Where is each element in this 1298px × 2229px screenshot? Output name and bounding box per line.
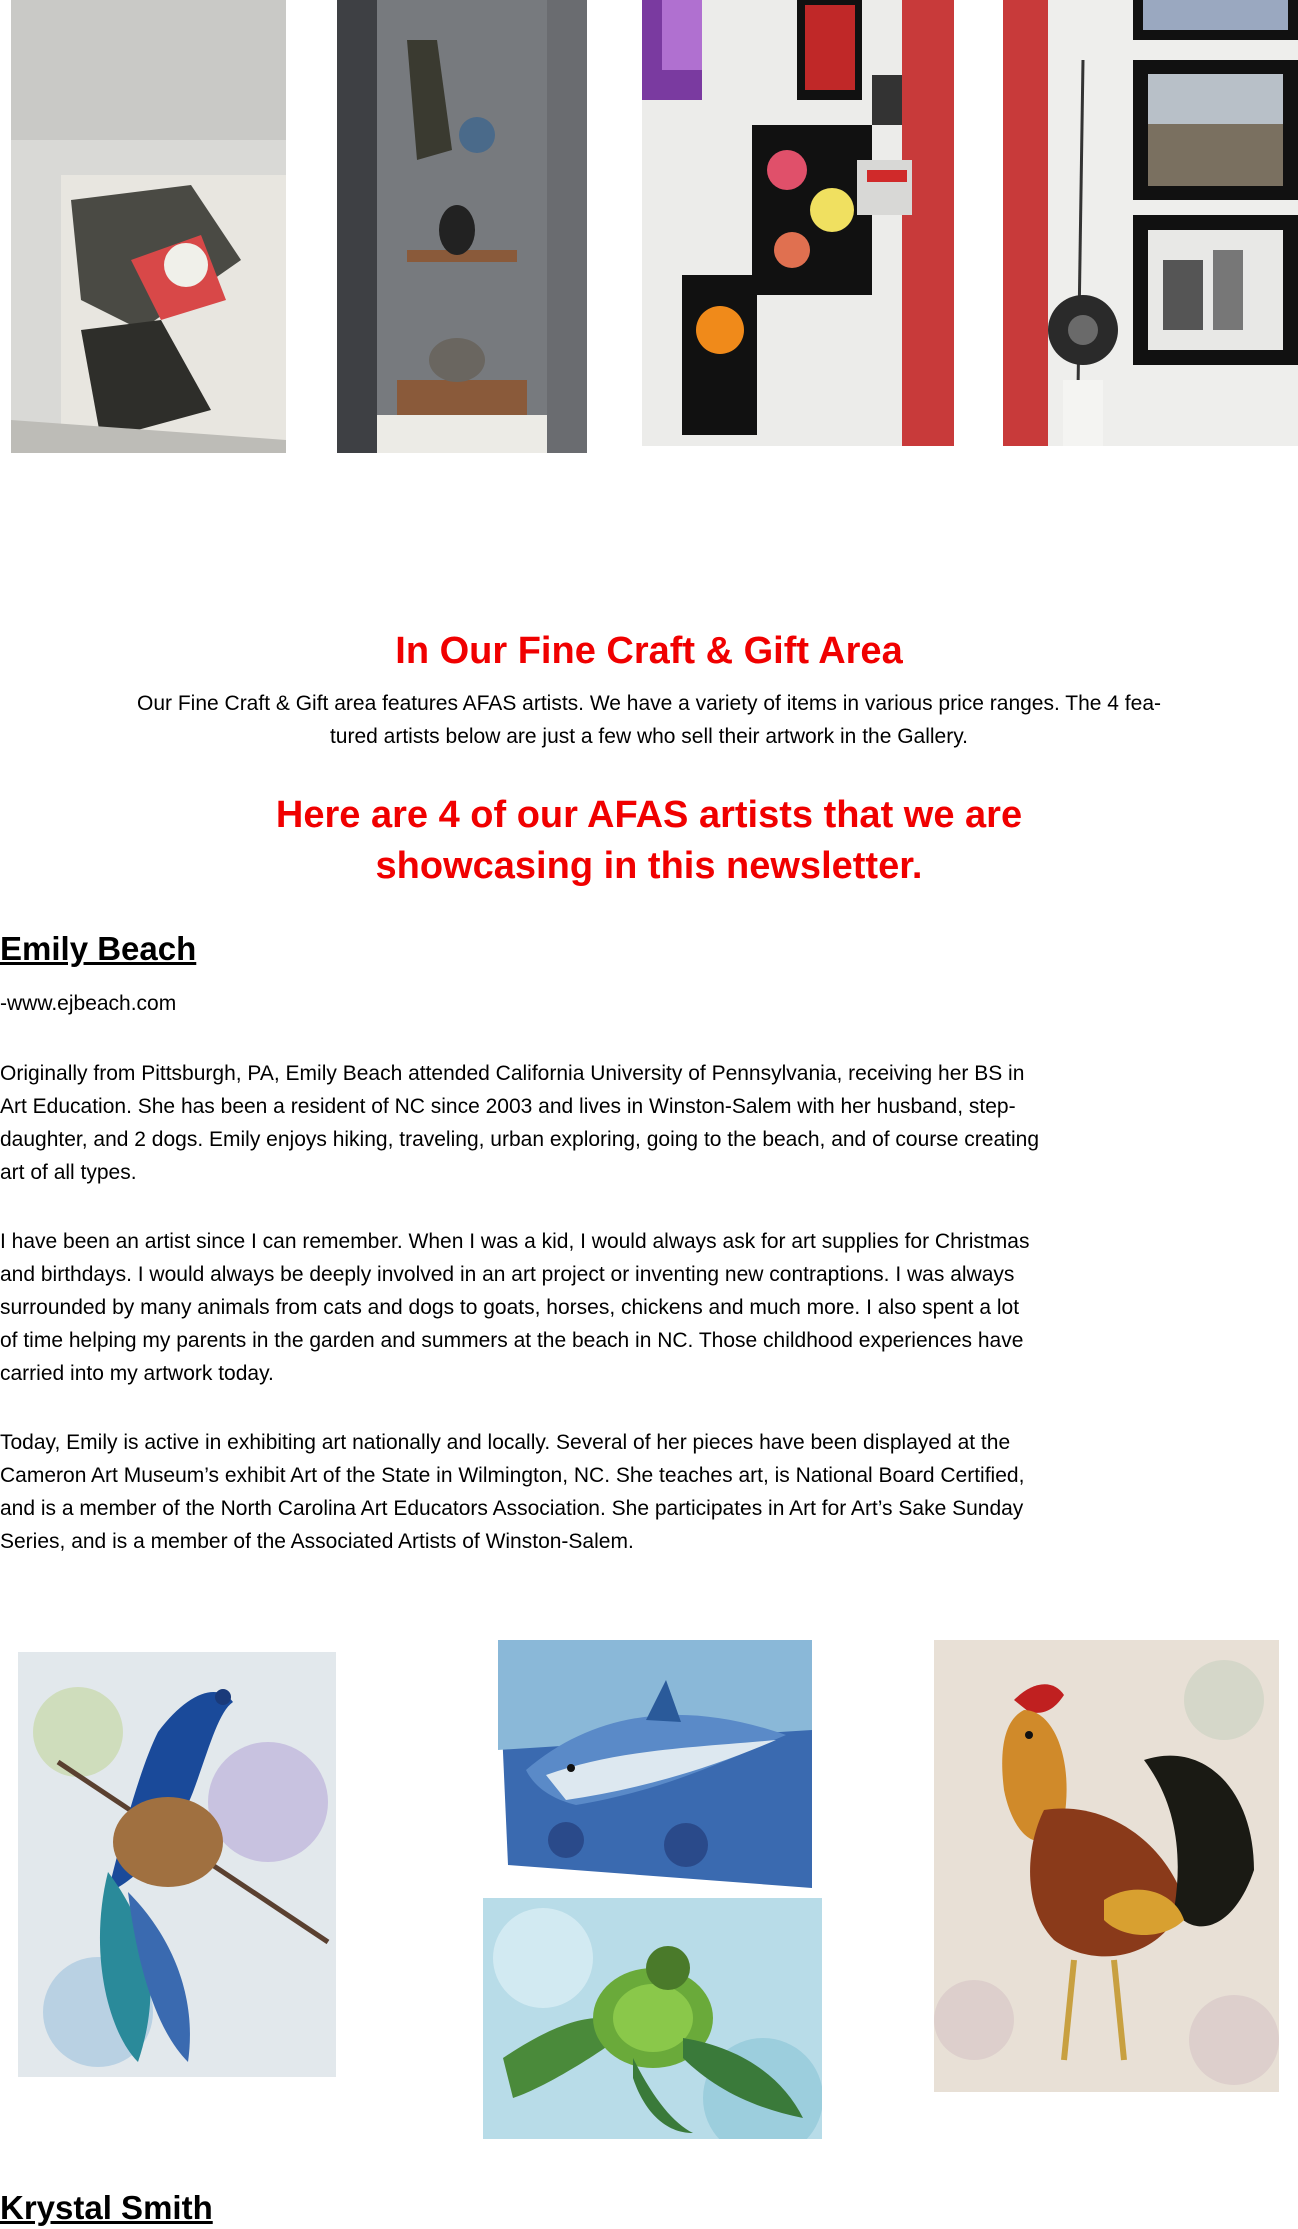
bio-line: carried into my artwork today. — [0, 1362, 274, 1385]
artist-name-krystal-smith: Krystal Smith — [0, 2189, 213, 2226]
bio-line: Cameron Art Museum’s exhibit Art of the … — [0, 1464, 1025, 1487]
bio-line: Art Education. She has been a resident o… — [0, 1095, 1016, 1118]
artwork-rooster — [934, 1640, 1279, 2092]
bio-line: of time helping my parents in the garden… — [0, 1329, 1024, 1352]
showcase-line: Here are 4 of our AFAS artists that we a… — [275, 794, 1023, 836]
bio-line: I have been an artist since I can rememb… — [0, 1230, 1030, 1253]
bio-line: Series, and is a member of the Associate… — [0, 1530, 634, 1553]
artwork-shark — [486, 1640, 812, 1888]
intro-line: tured artists below are just a few who s… — [329, 725, 969, 748]
showcase-line: showcasing in this newsletter. — [375, 845, 923, 887]
bio-line: Today, Emily is active in exhibiting art… — [0, 1431, 1011, 1454]
gallery-photo-framed-prints — [1003, 0, 1298, 446]
exhibitions-paragraph: Today, Emily is active in exhibiting art… — [0, 1426, 1298, 1558]
bio-line: Originally from Pittsburgh, PA, Emily Be… — [0, 1062, 1025, 1085]
showcase-heading: Here are 4 of our AFAS artists that we a… — [0, 790, 1298, 892]
gallery-photo-wall-art — [642, 0, 954, 446]
artist-website[interactable]: -www.ejbeach.com — [0, 992, 176, 1016]
gallery-photo-abstract-paintings — [11, 0, 286, 453]
bio-line: surrounded by many animals from cats and… — [0, 1296, 1020, 1319]
fine-craft-heading: In Our Fine Craft & Gift Area — [395, 630, 903, 672]
gallery-photo-display-case — [337, 0, 587, 453]
bio-line: and is a member of the North Carolina Ar… — [0, 1497, 1024, 1520]
bio-line: art of all types. — [0, 1161, 137, 1184]
artist-statement-paragraph: I have been an artist since I can rememb… — [0, 1225, 1298, 1390]
artwork-peacock — [18, 1652, 336, 2077]
bio-paragraph: Originally from Pittsburgh, PA, Emily Be… — [0, 1057, 1298, 1189]
intro-line: Our Fine Craft & Gift area features AFAS… — [137, 692, 1161, 715]
bio-line: and birthdays. I would always be deeply … — [0, 1263, 1015, 1286]
artist-name-emily-beach: Emily Beach — [0, 930, 197, 967]
fine-craft-intro: Our Fine Craft & Gift area features AFAS… — [0, 687, 1298, 753]
bio-line: daughter, and 2 dogs. Emily enjoys hikin… — [0, 1128, 1039, 1151]
artwork-sea-turtle — [483, 1898, 822, 2139]
